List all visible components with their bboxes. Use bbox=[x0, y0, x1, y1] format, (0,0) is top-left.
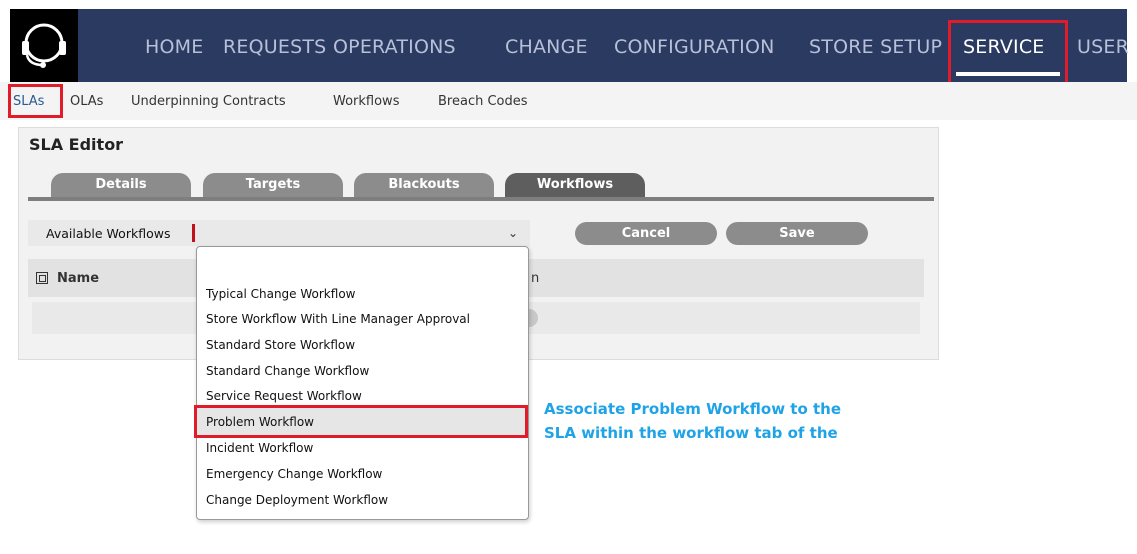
caption-line-1: Associate Problem Workflow to the bbox=[544, 400, 842, 418]
tab-workflows[interactable]: Workflows bbox=[505, 173, 645, 197]
required-indicator bbox=[192, 224, 195, 242]
tab-blackouts[interactable]: Blackouts bbox=[354, 173, 494, 197]
slas-highlight-box bbox=[8, 84, 63, 118]
panel-title: SLA Editor bbox=[29, 135, 124, 154]
problem-workflow-highlight-box bbox=[194, 405, 528, 438]
available-workflows-select[interactable]: ⌄ bbox=[198, 220, 530, 246]
nav-home[interactable]: HOME bbox=[145, 36, 203, 58]
nav-operations[interactable]: OPERATIONS bbox=[333, 36, 456, 58]
subnav-olas[interactable]: OLAs bbox=[70, 94, 103, 109]
headset-icon bbox=[22, 23, 66, 68]
option-standard-store-workflow[interactable]: Standard Store Workflow bbox=[206, 338, 355, 352]
option-store-workflow-line-manager[interactable]: Store Workflow With Line Manager Approva… bbox=[206, 312, 470, 326]
nav-change[interactable]: CHANGE bbox=[505, 36, 588, 58]
select-all-icon[interactable] bbox=[36, 272, 48, 284]
subnav-underpinning-contracts[interactable]: Underpinning Contracts bbox=[131, 94, 286, 109]
caption-line-2: SLA within the workflow tab of the bbox=[544, 424, 838, 442]
tab-targets[interactable]: Targets bbox=[203, 173, 343, 197]
subnav-breach-codes[interactable]: Breach Codes bbox=[438, 94, 528, 109]
option-incident-workflow[interactable]: Incident Workflow bbox=[206, 441, 313, 455]
cancel-button[interactable]: Cancel bbox=[575, 222, 717, 245]
column-header-description[interactable]: n bbox=[531, 271, 539, 286]
nav-requests[interactable]: REQUESTS bbox=[223, 36, 326, 58]
instruction-caption: Associate Problem Workflow to the SLA wi… bbox=[544, 397, 841, 445]
option-standard-change-workflow[interactable]: Standard Change Workflow bbox=[206, 364, 369, 378]
option-service-request-workflow[interactable]: Service Request Workflow bbox=[206, 389, 362, 403]
available-workflows-label: Available Workflows bbox=[46, 226, 171, 241]
nav-store-setup[interactable]: STORE SETUP bbox=[809, 36, 942, 58]
workflow-dropdown-list: Typical Change Workflow Store Workflow W… bbox=[196, 246, 529, 520]
available-workflows-row: Available Workflows ⌄ bbox=[28, 220, 530, 246]
chevron-down-icon: ⌄ bbox=[507, 226, 518, 240]
nav-user[interactable]: USER bbox=[1077, 36, 1129, 58]
column-header-name[interactable]: Name bbox=[57, 271, 99, 286]
option-change-deployment-workflow[interactable]: Change Deployment Workflow bbox=[206, 493, 388, 507]
save-button[interactable]: Save bbox=[726, 222, 868, 245]
option-typical-change-workflow[interactable]: Typical Change Workflow bbox=[206, 287, 355, 301]
tab-details[interactable]: Details bbox=[51, 173, 191, 197]
app-logo[interactable] bbox=[10, 9, 78, 82]
subnav-workflows[interactable]: Workflows bbox=[333, 94, 399, 109]
service-highlight-box bbox=[948, 20, 1068, 87]
tab-underline bbox=[28, 197, 934, 201]
sub-navigation-bar: SLAs OLAs Underpinning Contracts Workflo… bbox=[0, 82, 1137, 120]
nav-configuration[interactable]: CONFIGURATION bbox=[614, 36, 775, 58]
option-emergency-change-workflow[interactable]: Emergency Change Workflow bbox=[206, 467, 382, 481]
